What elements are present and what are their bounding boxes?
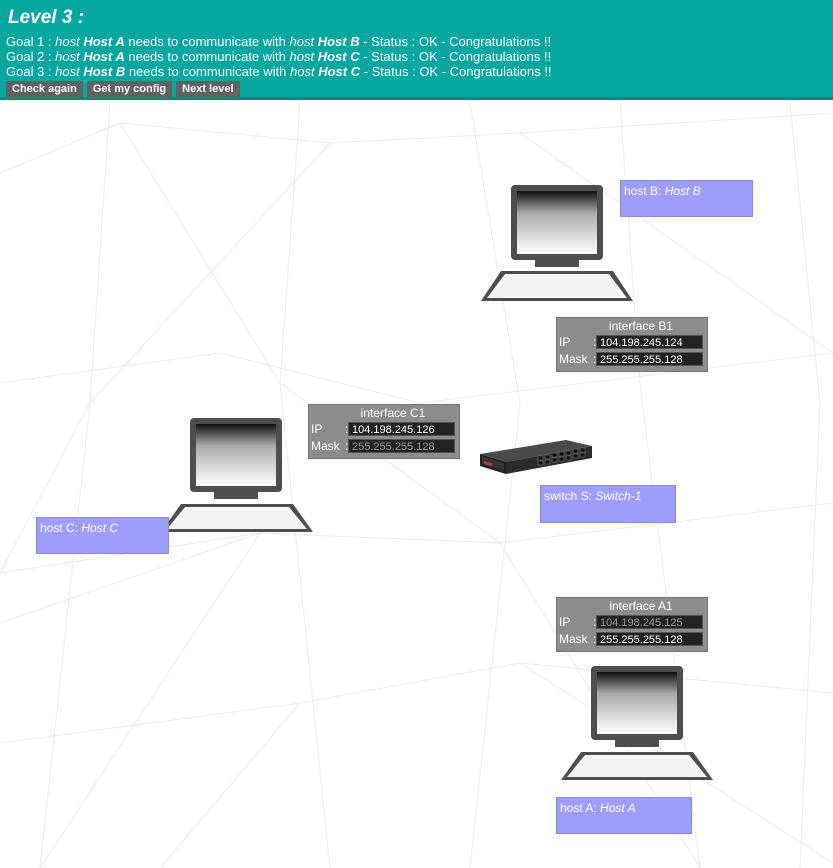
ip-input[interactable]: 104.198.245.126: [348, 422, 455, 436]
host-a-label[interactable]: host A: Host A: [556, 797, 692, 834]
switch-s-label[interactable]: switch S: Switch-1: [540, 485, 676, 523]
ip-label: IP: [311, 422, 323, 436]
goal-1: Goal 1 : host Host A needs to communicat…: [6, 34, 552, 49]
mask-label: Mask: [559, 632, 588, 646]
host-b-label[interactable]: host B: Host B: [620, 180, 753, 217]
host-b-computer-icon[interactable]: [481, 185, 633, 303]
interface-c1-panel: interface C1 IP:104.198.245.126 Mask:255…: [308, 404, 460, 459]
host-a-computer-icon[interactable]: [561, 666, 713, 782]
goal-3: Goal 3 : host Host B needs to communicat…: [6, 64, 552, 79]
mask-input[interactable]: 255.255.255.128: [596, 632, 703, 646]
level-header: Level 3 : Goal 1 : host Host A needs to …: [0, 0, 833, 100]
interface-title: interface C1: [360, 406, 426, 420]
interface-title: interface A1: [609, 599, 673, 613]
interface-a1-panel: interface A1 IP:104.198.245.125 Mask:255…: [556, 597, 708, 652]
mask-input[interactable]: 255.255.255.128: [596, 352, 703, 366]
action-buttons: Check again Get my config Next level: [6, 81, 833, 98]
level-title: Level 3 :: [8, 7, 85, 28]
check-again-button[interactable]: Check again: [6, 81, 83, 98]
ip-input[interactable]: 104.198.245.125: [596, 615, 703, 629]
ip-input[interactable]: 104.198.245.124: [596, 335, 703, 349]
interface-b1-panel: interface B1 IP:104.198.245.124 Mask:255…: [556, 317, 708, 372]
goal-2: Goal 2 : host Host A needs to communicat…: [6, 49, 552, 64]
ip-label: IP: [559, 615, 571, 629]
get-my-config-button[interactable]: Get my config: [86, 81, 173, 98]
network-switch-icon[interactable]: [478, 438, 594, 480]
ip-label: IP: [559, 335, 571, 349]
host-c-computer-icon[interactable]: [161, 418, 313, 534]
mask-input[interactable]: 255.255.255.128: [348, 439, 455, 453]
mask-label: Mask: [559, 352, 588, 366]
mask-label: Mask: [311, 439, 340, 453]
host-c-label[interactable]: host C: Host C: [36, 517, 169, 554]
interface-title: interface B1: [608, 319, 674, 333]
next-level-button[interactable]: Next level: [176, 81, 240, 98]
